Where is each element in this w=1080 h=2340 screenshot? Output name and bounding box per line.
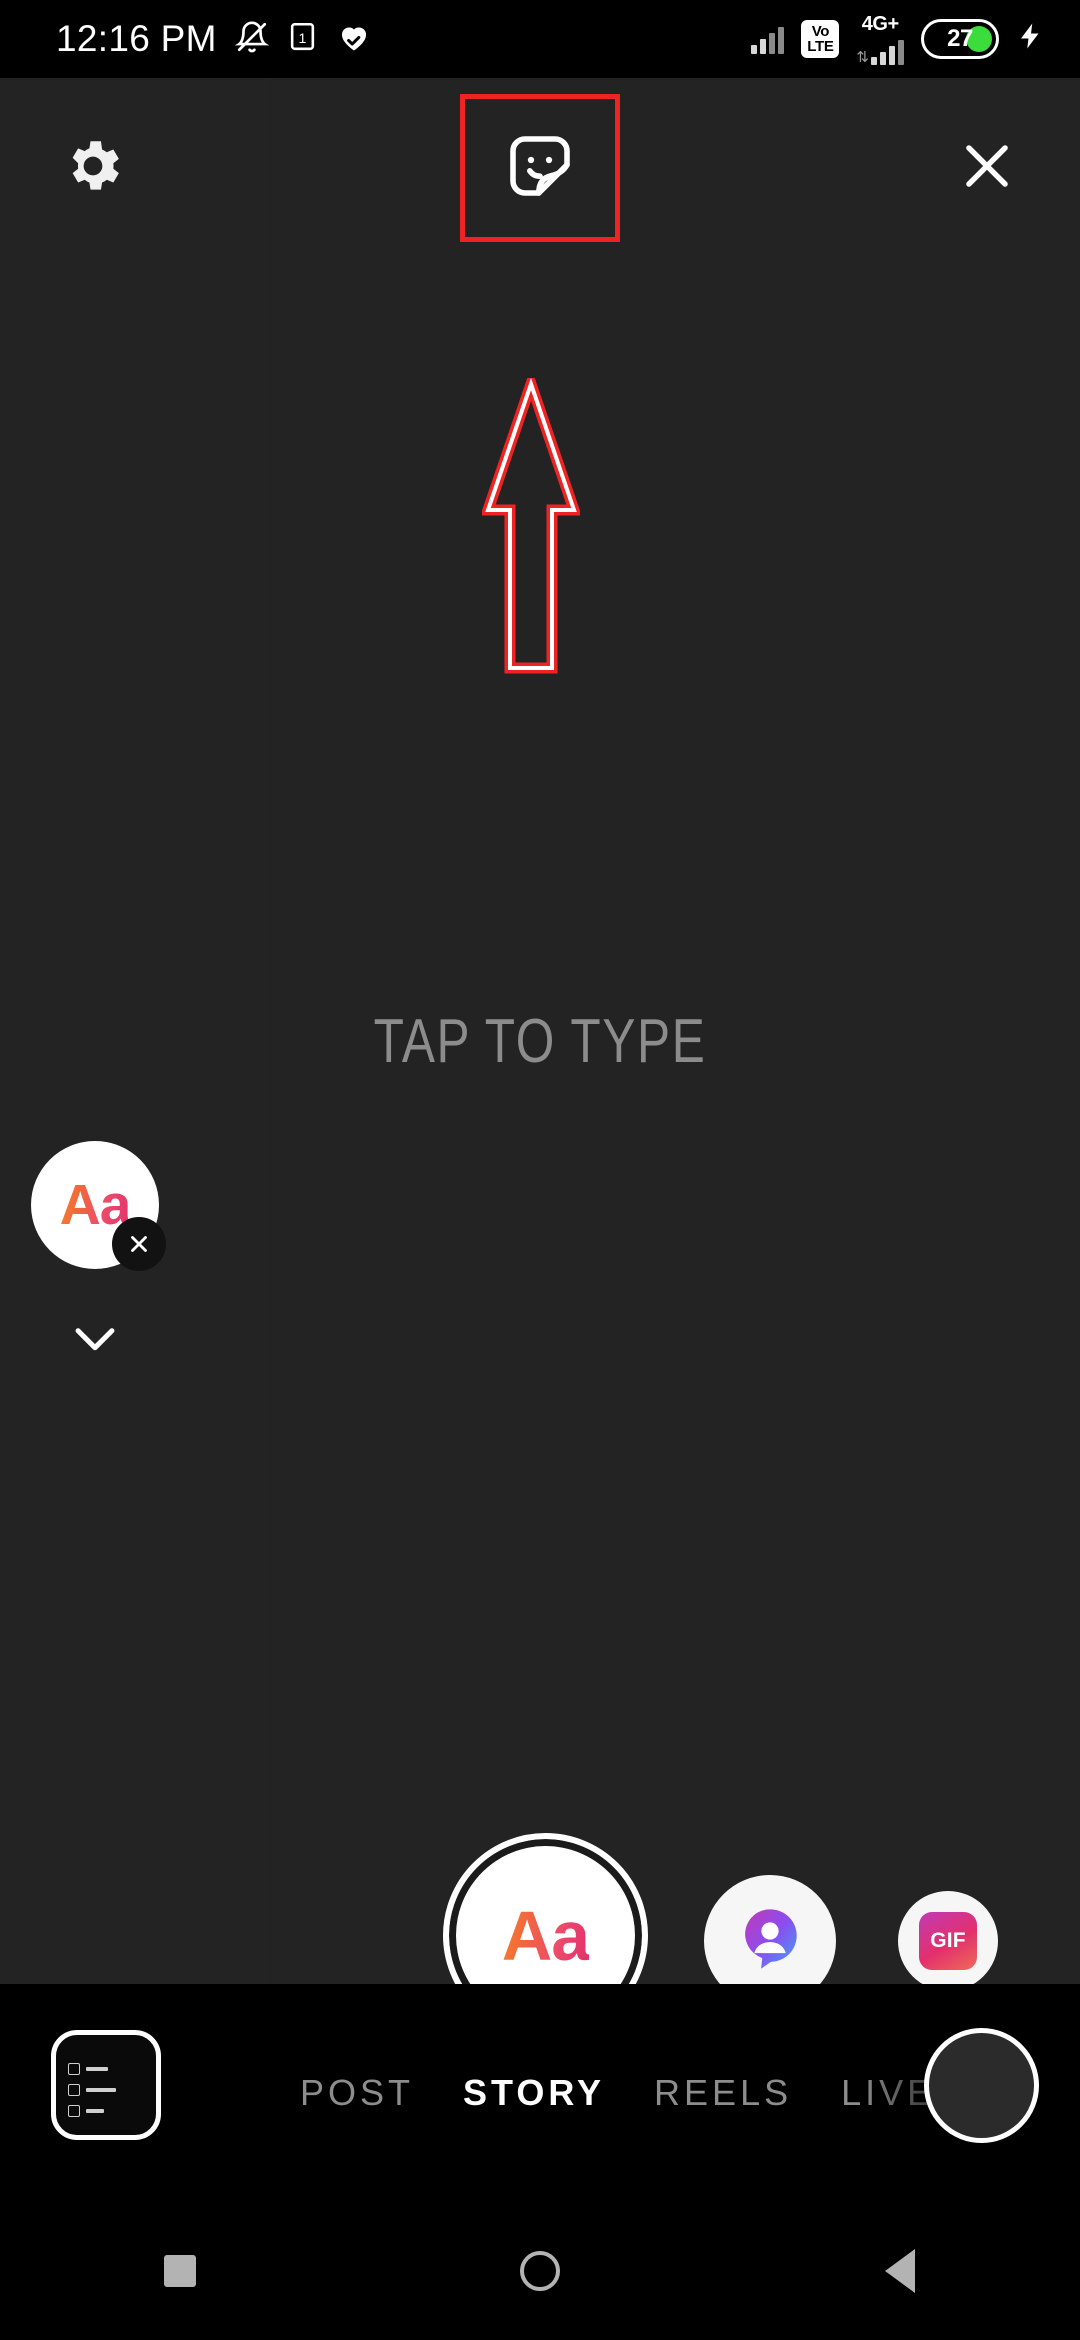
battery-percent-label: 27 [947,25,973,52]
status-bar-right: Vo LTE 4G+ ⇅ 27 [751,14,1046,65]
volte-line1: Vo [811,23,830,40]
home-circle-icon [520,2251,560,2291]
expand-fonts-button[interactable] [58,1303,132,1377]
svg-text:1: 1 [298,31,306,47]
gallery-thumbnail-button[interactable]: ▾ [51,2030,161,2140]
nav-back-button[interactable] [825,2221,975,2321]
camera-mode-tabs: POST STORY REELS LIVE [300,1984,1000,2202]
gear-icon [60,133,126,204]
app-screen: 12:16 PM 1 Vo LTE 4G+ ⇅ 27 TAP TO TYPE A… [0,0,1080,2340]
sticker-button[interactable] [460,94,620,242]
settings-button[interactable] [56,131,130,205]
font-style-chip[interactable]: Aa [31,1141,166,1271]
network-type-label: 4G+ [861,12,899,35]
nav-recents-button[interactable] [105,2221,255,2321]
up-arrow-annotation [480,366,582,674]
status-bar: 12:16 PM 1 Vo LTE 4G+ ⇅ 27 [0,0,1080,78]
shutter-button[interactable] [924,2028,1039,2143]
thumbnail-row [68,2063,156,2075]
nav-home-button[interactable] [465,2221,615,2321]
volte-icon: Vo LTE [801,20,840,58]
thumbnail-row-icon [68,2105,80,2117]
status-bar-clock: 12:16 PM [56,18,217,59]
charging-bolt-icon [1016,16,1046,62]
mode-tab-post[interactable]: POST [300,2072,414,2114]
font-style-chip-remove-button[interactable] [112,1217,166,1271]
mode-tab-reels[interactable]: REELS [654,2072,792,2114]
notifications-off-icon [234,20,269,59]
close-icon [956,135,1018,202]
camera-bottom-bar: ▾ POST STORY REELS LIVE [0,1984,1080,2202]
android-nav-bar [0,2202,1080,2340]
signal-bars-secondary-icon [871,35,904,65]
close-button[interactable] [950,131,1024,205]
battery-indicator: 27 [921,19,999,59]
heart-check-icon [336,19,372,60]
story-canvas[interactable]: TAP TO TYPE Aa Aa GIF [0,78,1080,2038]
thumbnail-row-text [86,2067,108,2071]
status-bar-left: 12:16 PM 1 [56,18,372,60]
thumbnail-row [68,2105,156,2117]
thumbnail-row-icon [68,2063,80,2075]
tap-to-type-placeholder[interactable]: TAP TO TYPE [108,1006,972,1077]
thumbnail-chevron-icon: ▾ [70,2131,75,2140]
recents-square-icon [164,2255,196,2287]
network-signal-row: ⇅ [856,35,904,65]
network-indicator: 4G+ ⇅ [856,14,904,65]
camera-toolbar [0,78,1080,258]
chevron-down-icon [66,1309,124,1372]
avatar-icon [733,1902,807,1981]
text-tool-label: Aa [501,1896,590,1975]
volte-line2: LTE [807,38,834,55]
back-triangle-icon [885,2249,915,2293]
thumbnail-row-text [86,2109,104,2113]
sim-card-1-icon: 1 [287,21,318,57]
thumbnail-row [68,2084,156,2096]
mode-tab-live[interactable]: LIVE [841,2072,935,2114]
gallery-thumbnail-preview: ▾ [56,2035,156,2140]
sticker-button-highlight [460,94,620,242]
gif-tool-label: GIF [919,1912,977,1970]
mode-tab-story[interactable]: STORY [463,2072,605,2114]
thumbnail-row-icon [68,2084,80,2096]
gif-tool-button[interactable]: GIF [898,1891,998,1991]
thumbnail-row-text [86,2088,116,2092]
signal-bars-icon [751,24,785,54]
data-transfer-arrows-icon: ⇅ [856,48,869,66]
